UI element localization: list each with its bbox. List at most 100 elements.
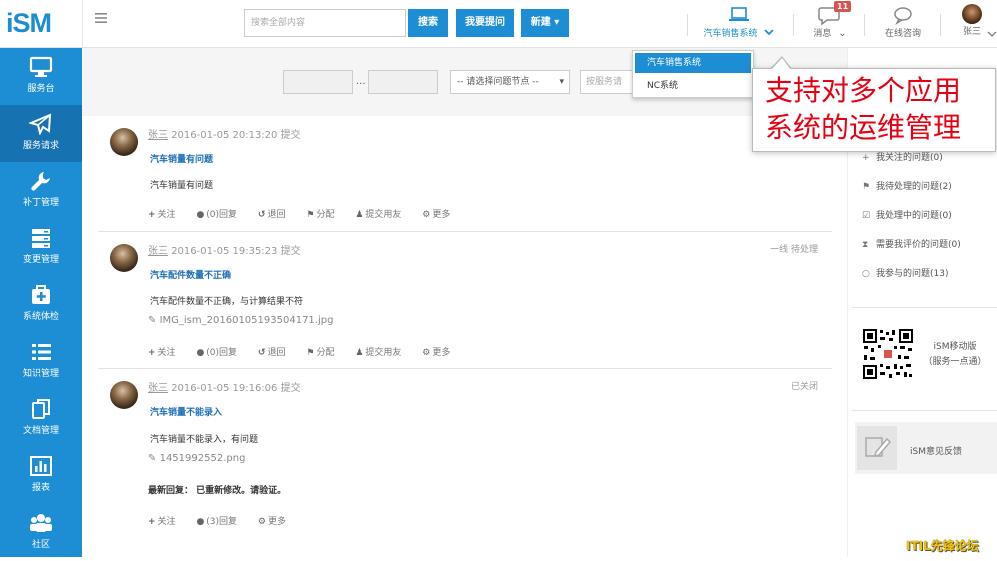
sidebar-item-patch[interactable]: 补丁管理 — [0, 162, 82, 219]
online-consult-button[interactable]: 在线咨询 — [878, 4, 928, 39]
new-button[interactable]: 新建 ▾ — [521, 9, 569, 37]
my-processing-link[interactable]: ☑ 我处理中的问题(0) — [862, 208, 952, 221]
post-body: 汽车销量有问题 — [150, 181, 214, 191]
user-icon: ♟ — [355, 210, 364, 220]
to-evaluate-link[interactable]: ⧗ 需要我评价的问题(0) — [862, 237, 961, 250]
post-title[interactable]: 汽车销量有问题 — [150, 152, 213, 165]
sidebar-item-label: 服务台 — [27, 84, 55, 94]
sidebar-item-service-request[interactable]: 服务请求 — [0, 105, 82, 162]
paperclip-icon: ✎ — [148, 453, 157, 464]
comment-icon: ● — [196, 348, 205, 358]
more-label: 更多 — [432, 348, 451, 358]
sidebar-item-reports[interactable]: 报表 — [0, 447, 82, 504]
plus-icon: + — [148, 348, 156, 358]
range-separator: ... — [356, 76, 366, 87]
assign-label: 分配 — [316, 210, 335, 220]
attachment-link[interactable]: ✎ 1451992552.png — [148, 453, 245, 464]
sidebar-item-change[interactable]: 变更管理 — [0, 219, 82, 276]
feedback-label[interactable]: iSM意见反馈 — [910, 444, 962, 457]
more-action[interactable]: ⚙ 更多 — [422, 210, 459, 220]
edit-icon — [857, 426, 897, 470]
sidebar-item-knowledge[interactable]: 知识管理 — [0, 333, 82, 390]
post-title[interactable]: 汽车配件数量不正确 — [150, 268, 231, 281]
request-card[interactable]: 张三 2016-01-05 19:35:23 提交 一线 待处理 汽车配件数量不… — [98, 232, 832, 369]
sidebar-item-community[interactable]: 社区 — [0, 504, 82, 561]
reply-action[interactable]: ● (0)回复 — [196, 348, 246, 358]
caret-down-icon: ▾ — [559, 77, 564, 87]
my-followed-label: 我关注的问题(0) — [876, 153, 943, 163]
follow-action[interactable]: + 关注 — [148, 348, 185, 358]
start-date-input[interactable] — [283, 70, 353, 94]
node-select[interactable]: -- 请选择问题节点 -- ▾ — [450, 70, 570, 94]
chevron-down-icon — [764, 29, 775, 36]
search-input[interactable]: 搜索全部内容 — [244, 9, 406, 37]
undo-action[interactable]: ↺ 退回 — [258, 348, 295, 358]
post-actions: + 关注 ● (0)回复 ↺ 退回 ⚑ 分配 ♟ 提交用友 ⚙ 更多 — [148, 345, 468, 358]
divider — [852, 410, 997, 411]
sidebar-item-label: 文档管理 — [22, 426, 59, 436]
my-pending-label: 我待处理的问题(2) — [876, 182, 952, 192]
gear-icon: ⚙ — [422, 210, 431, 220]
user-menu[interactable]: 张三 — [952, 4, 992, 37]
request-card[interactable]: 张三 2016-01-05 20:13:20 提交 汽车销量有问题 汽车销量有问… — [98, 116, 832, 232]
comment-icon: ○ — [862, 269, 870, 279]
post-author[interactable]: 张三 — [148, 246, 168, 257]
post-title[interactable]: 汽车销量不能录入 — [150, 405, 222, 418]
user-icon: ♟ — [355, 348, 364, 358]
ism-logo[interactable]: iSM — [6, 8, 52, 39]
dropdown-item-nc[interactable]: NC系统 — [633, 75, 753, 97]
divider — [940, 14, 941, 36]
menu-toggle-icon[interactable] — [95, 12, 109, 26]
post-author[interactable]: 张三 — [148, 383, 168, 394]
callout-pointer — [771, 58, 791, 70]
more-label: 更多 — [268, 517, 287, 527]
avatar — [962, 4, 982, 24]
post-meta: 张三 2016-01-05 20:13:20 提交 — [148, 126, 301, 141]
post-time: 2016-01-05 19:16:06 提交 — [171, 383, 301, 394]
medkit-icon — [32, 285, 50, 304]
submit-friend-label: 提交用友 — [365, 210, 402, 220]
post-author[interactable]: 张三 — [148, 130, 168, 141]
more-action[interactable]: ⚙ 更多 — [422, 348, 459, 358]
attachment-link[interactable]: ✎ IMG_ism_20160105193504171.jpg — [148, 315, 333, 326]
follow-label: 关注 — [157, 517, 176, 527]
consult-label: 在线咨询 — [884, 29, 921, 39]
sidebar-item-service-desk[interactable]: 服务台 — [0, 48, 82, 105]
submit-friend-action[interactable]: ♟ 提交用友 — [355, 348, 410, 358]
laptop-icon — [729, 7, 749, 21]
assign-action[interactable]: ⚑ 分配 — [306, 210, 343, 220]
service-filter-input[interactable]: 按服务请 — [580, 70, 634, 94]
watermark: ITIL先锋论坛 — [906, 539, 979, 553]
ask-question-button[interactable]: 我要提问 — [456, 9, 514, 37]
flag-icon: ⚑ — [306, 348, 315, 358]
undo-action[interactable]: ↺ 退回 — [258, 210, 295, 220]
request-card[interactable]: 张三 2016-01-05 19:16:06 提交 已关闭 汽车销量不能录入 汽… — [98, 369, 832, 539]
divider — [864, 14, 865, 36]
edit-icon: ☑ — [862, 211, 871, 221]
dropdown-item-car-sales[interactable]: 汽车销售系统 — [635, 53, 751, 73]
sidebar-item-health-check[interactable]: 系统体检 — [0, 276, 82, 333]
follow-action[interactable]: + 关注 — [148, 517, 185, 527]
my-participated-link[interactable]: ○ 我参与的问题(13) — [862, 266, 948, 279]
plus-icon: + — [862, 153, 870, 163]
reply-label: (0)回复 — [206, 348, 238, 358]
sidebar-item-documents[interactable]: 文档管理 — [0, 390, 82, 447]
submit-friend-action[interactable]: ♟ 提交用友 — [355, 210, 410, 220]
post-body: 汽车销量不能录入，有问题 — [150, 435, 259, 445]
follow-label: 关注 — [157, 348, 176, 358]
my-participated-label: 我参与的问题(13) — [876, 269, 949, 279]
system-label: 汽车销售系统 — [703, 29, 758, 39]
search-button[interactable]: 搜索 — [408, 9, 448, 37]
reply-action[interactable]: ● (3)回复 — [196, 517, 246, 527]
system-switcher[interactable]: 汽车销售系统 — [700, 4, 778, 39]
my-pending-link[interactable]: ⚑ 我待处理的问题(2) — [862, 179, 952, 192]
gear-icon: ⚙ — [257, 517, 266, 527]
node-select-value: -- 请选择问题节点 -- — [457, 77, 539, 87]
more-action[interactable]: ⚙ 更多 — [258, 517, 295, 527]
follow-action[interactable]: + 关注 — [148, 210, 185, 220]
divider — [82, 0, 83, 48]
hourglass-icon: ⧗ — [862, 240, 869, 250]
reply-action[interactable]: ● (0)回复 — [196, 210, 246, 220]
assign-action[interactable]: ⚑ 分配 — [306, 348, 343, 358]
end-date-input[interactable] — [368, 70, 438, 94]
